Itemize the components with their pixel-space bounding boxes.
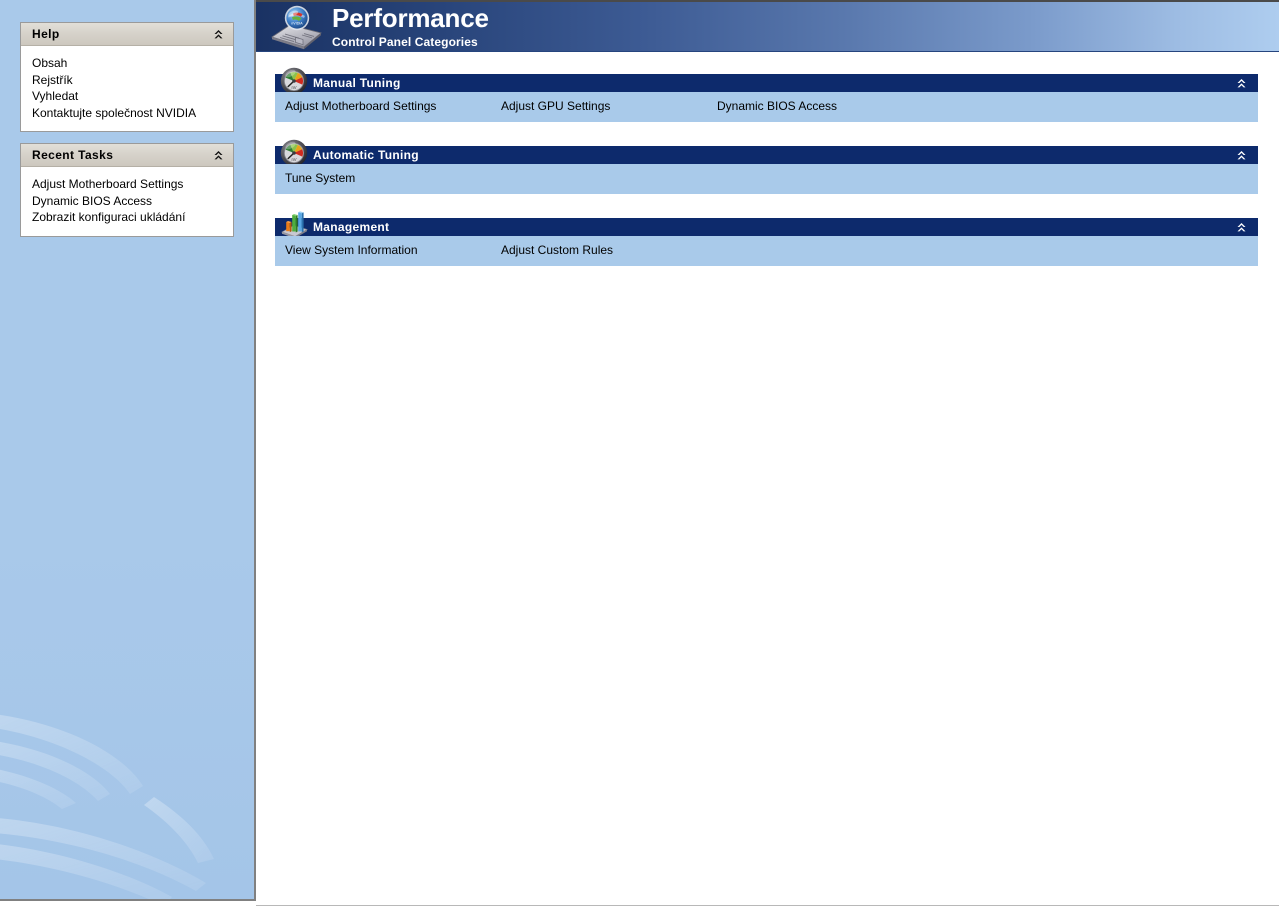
section-manual-tuning-header[interactable]: nV Manual Tuning (275, 67, 1258, 95)
section-manual-tuning-links: Adjust Motherboard Settings Adjust GPU S… (275, 99, 1258, 114)
section-management: Management View System Information Adjus… (275, 211, 1258, 266)
category-sections: nV Manual Tuning Adjust Motherboard Sett… (256, 52, 1279, 266)
sidebar-panel-recent-tasks-title: Recent Tasks (32, 148, 114, 162)
sidebar-panel-help-title: Help (32, 27, 60, 41)
chevron-double-up-icon[interactable] (1235, 221, 1248, 234)
svg-text:nV: nV (291, 85, 296, 90)
motherboard-globe-icon: nVIDIA (271, 5, 322, 49)
section-management-links: View System Information Adjust Custom Ru… (275, 243, 1258, 258)
sidebar-link-contact-nvidia[interactable]: Kontaktujte společnost NVIDIA (32, 105, 233, 122)
link-view-system-information[interactable]: View System Information (285, 243, 418, 258)
page-title: Performance (332, 3, 489, 33)
link-adjust-custom-rules[interactable]: Adjust Custom Rules (501, 243, 613, 258)
sidebar-panel-recent-tasks-body: Adjust Motherboard Settings Dynamic BIOS… (21, 167, 233, 236)
nvidia-control-panel-window: Help Obsah Rejstřík Vyhledat Kontaktujte… (0, 0, 1279, 906)
sidebar-link-rejstrik[interactable]: Rejstřík (32, 72, 233, 89)
section-management-header[interactable]: Management (275, 211, 1258, 239)
chevron-double-up-icon[interactable] (1235, 149, 1248, 162)
link-adjust-motherboard-settings[interactable]: Adjust Motherboard Settings (285, 99, 436, 114)
chevron-double-up-icon[interactable] (212, 28, 225, 41)
link-adjust-gpu-settings[interactable]: Adjust GPU Settings (501, 99, 610, 114)
section-automatic-tuning-header[interactable]: nV Automatic Tuning (275, 139, 1258, 167)
section-manual-tuning-body: Adjust Motherboard Settings Adjust GPU S… (275, 92, 1258, 122)
chevron-double-up-icon[interactable] (212, 149, 225, 162)
svg-text:nVIDIA: nVIDIA (291, 21, 303, 25)
sidebar: Help Obsah Rejstřík Vyhledat Kontaktujte… (0, 0, 256, 901)
sidebar-panel-help-header[interactable]: Help (21, 23, 233, 46)
section-automatic-tuning-title: Automatic Tuning (313, 148, 419, 162)
svg-text:nV: nV (291, 157, 296, 162)
link-tune-system[interactable]: Tune System (285, 171, 355, 186)
link-dynamic-bios-access[interactable]: Dynamic BIOS Access (717, 99, 837, 114)
section-manual-tuning: nV Manual Tuning Adjust Motherboard Sett… (275, 67, 1258, 122)
section-management-body: View System Information Adjust Custom Ru… (275, 236, 1258, 266)
section-automatic-tuning-body: Tune System (275, 164, 1258, 194)
nvidia-eye-logo-watermark (0, 714, 214, 899)
sidebar-link-dynamic-bios-access[interactable]: Dynamic BIOS Access (32, 193, 233, 210)
sidebar-link-zobrazit-konfiguraci-ukladani[interactable]: Zobrazit konfiguraci ukládání (32, 209, 233, 226)
main-content: nVIDIA Performance Control Panel Categor… (256, 0, 1279, 906)
sidebar-panel-recent-tasks-header[interactable]: Recent Tasks (21, 144, 233, 167)
sidebar-panel-help-body: Obsah Rejstřík Vyhledat Kontaktujte spol… (21, 46, 233, 131)
section-management-title: Management (313, 220, 390, 234)
sidebar-link-obsah[interactable]: Obsah (32, 55, 233, 72)
sidebar-link-adjust-motherboard-settings[interactable]: Adjust Motherboard Settings (32, 176, 233, 193)
sidebar-panel-recent-tasks: Recent Tasks Adjust Motherboard Settings… (20, 143, 234, 237)
header-text-block: Performance Control Panel Categories (332, 5, 489, 48)
chevron-double-up-icon[interactable] (1235, 77, 1248, 90)
section-automatic-tuning: nV Automatic Tuning Tune System (275, 139, 1258, 194)
section-automatic-tuning-links: Tune System (275, 171, 1258, 186)
sidebar-panel-help: Help Obsah Rejstřík Vyhledat Kontaktujte… (20, 22, 234, 132)
page-header: nVIDIA Performance Control Panel Categor… (256, 0, 1279, 52)
page-subtitle: Control Panel Categories (332, 35, 478, 49)
sidebar-link-vyhledat[interactable]: Vyhledat (32, 88, 233, 105)
section-manual-tuning-title: Manual Tuning (313, 76, 401, 90)
